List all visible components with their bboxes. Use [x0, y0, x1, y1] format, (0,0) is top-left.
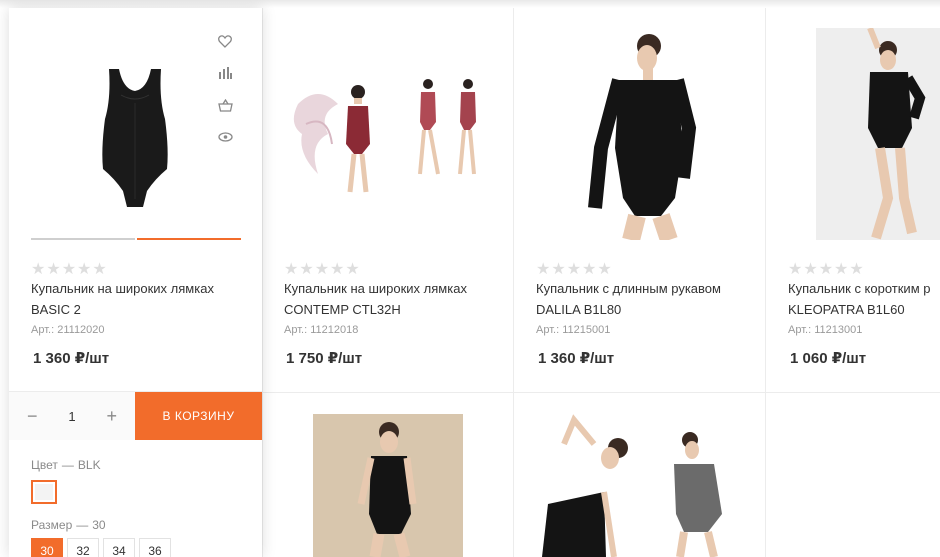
add-to-cart-button[interactable]: В КОРЗИНУ [135, 392, 262, 440]
size-option-30[interactable]: 30 [31, 538, 63, 557]
rating-stars: ★ ★ ★ ★ ★ [788, 261, 864, 278]
buy-row: − 1 + В КОРЗИНУ [9, 391, 262, 440]
slider-segment[interactable] [31, 238, 135, 240]
color-swatch-blk[interactable] [31, 480, 57, 504]
quantity-stepper[interactable]: − 1 + [9, 392, 135, 440]
heart-icon[interactable] [216, 32, 234, 50]
compare-icon[interactable] [216, 64, 234, 82]
quantity-plus-button[interactable]: + [106, 406, 117, 427]
rating-stars: ★ ★ ★ ★ ★ [284, 261, 360, 278]
rating-stars: ★ ★ ★ ★ ★ [536, 261, 612, 278]
product-title-line1[interactable]: Купальник с длинным рукавом [536, 281, 721, 296]
product-title-line1[interactable]: Купальник с коротким р [788, 281, 930, 296]
product-title[interactable]: Купальник с длинным рукавом DALILA B1L80 [536, 278, 766, 320]
product-article: Арт.: 11215001 [536, 324, 611, 336]
size-options: 30 32 34 36 [31, 538, 171, 557]
product-title[interactable]: Купальник на широких лямках CONTEMP CTL3… [284, 278, 514, 320]
grid-divider [262, 392, 940, 393]
product-article: Арт.: 11213001 [788, 324, 863, 336]
size-label: Размер —30 [31, 518, 106, 532]
size-option-34[interactable]: 34 [103, 538, 135, 557]
product-photo-row2[interactable] [534, 414, 740, 557]
product-card-contemp[interactable]: ★ ★ ★ ★ ★ Купальник на широких лямках CONTEM… [262, 8, 514, 392]
quantity-value[interactable]: 1 [68, 409, 75, 424]
product-photo[interactable] [282, 28, 494, 240]
product-title-line1[interactable]: Купальник на широких лямках [31, 281, 214, 296]
slider-segment-active[interactable] [137, 238, 241, 240]
product-card-basic2[interactable]: ★ ★ ★ ★ ★ Купальник на широких лямках BASIC … [9, 8, 262, 557]
product-price: 1 750 ₽/шт [286, 350, 363, 367]
image-slider[interactable] [31, 238, 241, 240]
rating-stars: ★ ★ ★ ★ ★ [31, 261, 107, 278]
product-card-kleopatra[interactable]: ★ ★ ★ ★ ★ Купальник с коротким р KLEOPATRA B… [766, 8, 940, 392]
size-option-32[interactable]: 32 [67, 538, 99, 557]
product-photo-row2[interactable] [313, 414, 463, 557]
color-label: Цвет — BLK [31, 458, 101, 472]
basket-icon[interactable] [216, 96, 234, 114]
eye-icon[interactable] [216, 128, 234, 146]
product-price: 1 360 ₽/шт [33, 350, 110, 367]
quantity-minus-button[interactable]: − [27, 406, 38, 427]
product-photo[interactable] [29, 28, 241, 240]
card-tools [216, 32, 234, 146]
product-photo[interactable] [534, 28, 746, 240]
product-article: Арт.: 21112020 [31, 324, 105, 336]
product-price: 1 360 ₽/шт [538, 350, 615, 367]
product-title-line2[interactable]: DALILA B1L80 [536, 299, 766, 320]
product-card-dalila[interactable]: ★ ★ ★ ★ ★ Купальник с длинным рукавом DALILA… [514, 8, 766, 392]
product-title-line2[interactable]: BASIC 2 [31, 299, 261, 320]
product-title[interactable]: Купальник на широких лямках BASIC 2 [31, 278, 261, 320]
product-title-line2[interactable]: KLEOPATRA B1L60 [788, 299, 940, 320]
product-options: Цвет — BLK Размер —30 30 32 34 36 [31, 458, 171, 557]
product-article: Арт.: 11212018 [284, 324, 359, 336]
product-title-line2[interactable]: CONTEMP CTL32H [284, 299, 514, 320]
product-photo[interactable] [816, 28, 940, 240]
size-option-36[interactable]: 36 [139, 538, 171, 557]
product-title-line1[interactable]: Купальник на широких лямках [284, 281, 467, 296]
product-title[interactable]: Купальник с коротким р KLEOPATRA B1L60 [788, 278, 940, 320]
product-price: 1 060 ₽/шт [790, 350, 867, 367]
top-shadow [0, 0, 940, 8]
